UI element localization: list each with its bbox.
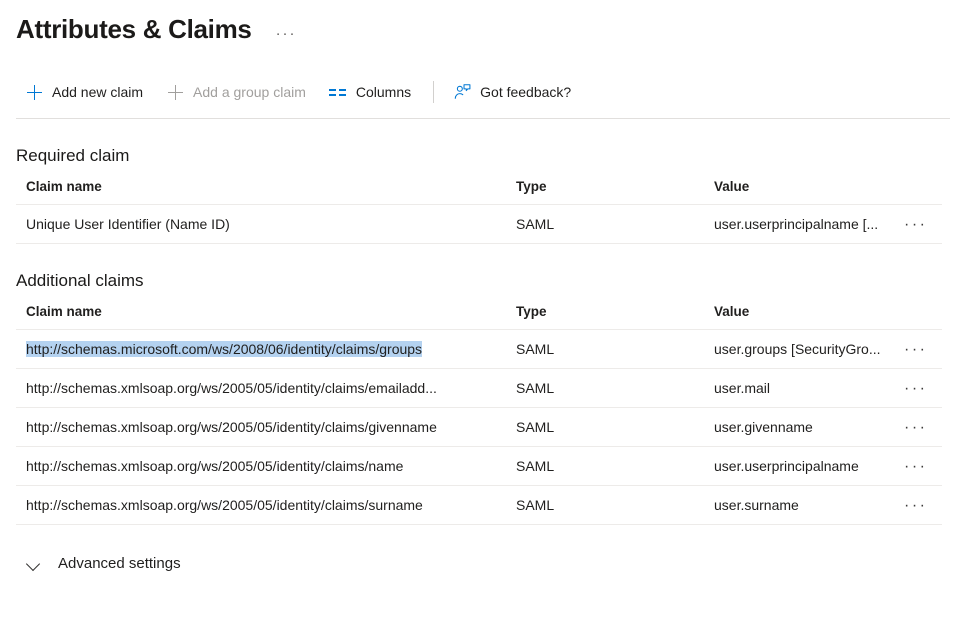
claim-type-cell: SAML [516, 419, 555, 435]
plus-icon [24, 82, 44, 102]
row-context-menu-button[interactable]: ··· [904, 459, 927, 475]
column-header-type[interactable]: Type [516, 177, 714, 205]
page-title: Attributes & Claims [16, 14, 252, 44]
columns-button[interactable]: Columns [328, 77, 411, 107]
page-more-menu-button[interactable]: ··· [276, 17, 297, 41]
add-new-claim-label: Add new claim [52, 84, 144, 100]
required-claim-section: Required claim Claim name Type Value Uni… [0, 145, 966, 244]
table-row[interactable]: http://schemas.xmlsoap.org/ws/2005/05/id… [16, 446, 942, 486]
row-context-menu-button[interactable]: ··· [904, 420, 927, 436]
table-row[interactable]: Unique User Identifier (Name ID) SAML us… [16, 204, 942, 244]
row-context-menu-button[interactable]: ··· [904, 217, 927, 233]
plus-icon-disabled [165, 82, 185, 102]
table-row[interactable]: http://schemas.microsoft.com/ws/2008/06/… [16, 329, 942, 369]
claim-type-cell: SAML [516, 497, 555, 513]
table-header-row: Claim name Type Value [16, 302, 942, 330]
claim-type-cell: SAML [516, 341, 555, 357]
row-context-menu-button[interactable]: ··· [904, 381, 927, 397]
claim-name-cell: Unique User Identifier (Name ID) [26, 216, 230, 232]
claim-name-cell: http://schemas.xmlsoap.org/ws/2005/05/id… [26, 419, 437, 435]
chevron-down-icon [26, 556, 42, 572]
column-header-value[interactable]: Value [714, 177, 904, 205]
additional-claims-title: Additional claims [16, 271, 144, 290]
got-feedback-button[interactable]: Got feedback? [452, 77, 571, 107]
person-feedback-icon [452, 82, 472, 102]
advanced-settings-label: Advanced settings [58, 555, 181, 572]
got-feedback-label: Got feedback? [480, 84, 572, 100]
advanced-settings-expander[interactable]: Advanced settings [26, 555, 226, 572]
table-header-row: Claim name Type Value [16, 177, 942, 205]
column-header-claim-name[interactable]: Claim name [16, 302, 516, 330]
column-header-menu [904, 302, 942, 330]
toolbar-separator [433, 81, 435, 103]
column-header-claim-name[interactable]: Claim name [16, 177, 516, 205]
table-row[interactable]: http://schemas.xmlsoap.org/ws/2005/05/id… [16, 407, 942, 447]
additional-claims-section: Additional claims Claim name Type Value … [0, 270, 966, 525]
add-new-claim-button[interactable]: Add new claim [24, 77, 143, 107]
columns-label: Columns [355, 84, 412, 100]
add-group-claim-button[interactable]: Add a group claim [165, 77, 306, 107]
row-context-menu-button[interactable]: ··· [904, 342, 927, 358]
claim-name-cell: http://schemas.microsoft.com/ws/2008/06/… [26, 341, 423, 357]
command-bar: Add new claim Add a group claim Columns … [0, 70, 966, 114]
claim-type-cell: SAML [516, 216, 555, 232]
claim-type-cell: SAML [516, 458, 555, 474]
required-claim-table: Claim name Type Value Unique User Identi… [16, 177, 942, 244]
claim-type-cell: SAML [516, 380, 555, 396]
column-header-value[interactable]: Value [714, 302, 904, 330]
table-row[interactable]: http://schemas.xmlsoap.org/ws/2005/05/id… [16, 485, 942, 525]
add-group-claim-label: Add a group claim [193, 84, 306, 100]
claim-value-cell: user.givenname [714, 419, 813, 435]
columns-icon [328, 82, 348, 102]
claim-value-cell: user.userprincipalname [... [714, 216, 879, 232]
claim-name-cell: http://schemas.xmlsoap.org/ws/2005/05/id… [26, 497, 423, 513]
additional-claims-table: Claim name Type Value http://schemas.mic… [16, 302, 942, 525]
toolbar-divider [16, 118, 950, 119]
row-context-menu-button[interactable]: ··· [904, 498, 927, 514]
claim-value-cell: user.groups [SecurityGro... [714, 341, 881, 357]
claim-value-cell: user.userprincipalname [714, 458, 859, 474]
table-row[interactable]: http://schemas.xmlsoap.org/ws/2005/05/id… [16, 368, 942, 408]
claim-name-cell: http://schemas.xmlsoap.org/ws/2005/05/id… [26, 458, 404, 474]
page-header: Attributes & Claims ··· [0, 0, 966, 48]
claim-value-cell: user.surname [714, 497, 799, 513]
claim-value-cell: user.mail [714, 380, 771, 396]
column-header-type[interactable]: Type [516, 302, 714, 330]
column-header-menu [904, 177, 942, 205]
claim-name-cell: http://schemas.xmlsoap.org/ws/2005/05/id… [26, 380, 437, 396]
required-claim-title: Required claim [16, 146, 130, 165]
